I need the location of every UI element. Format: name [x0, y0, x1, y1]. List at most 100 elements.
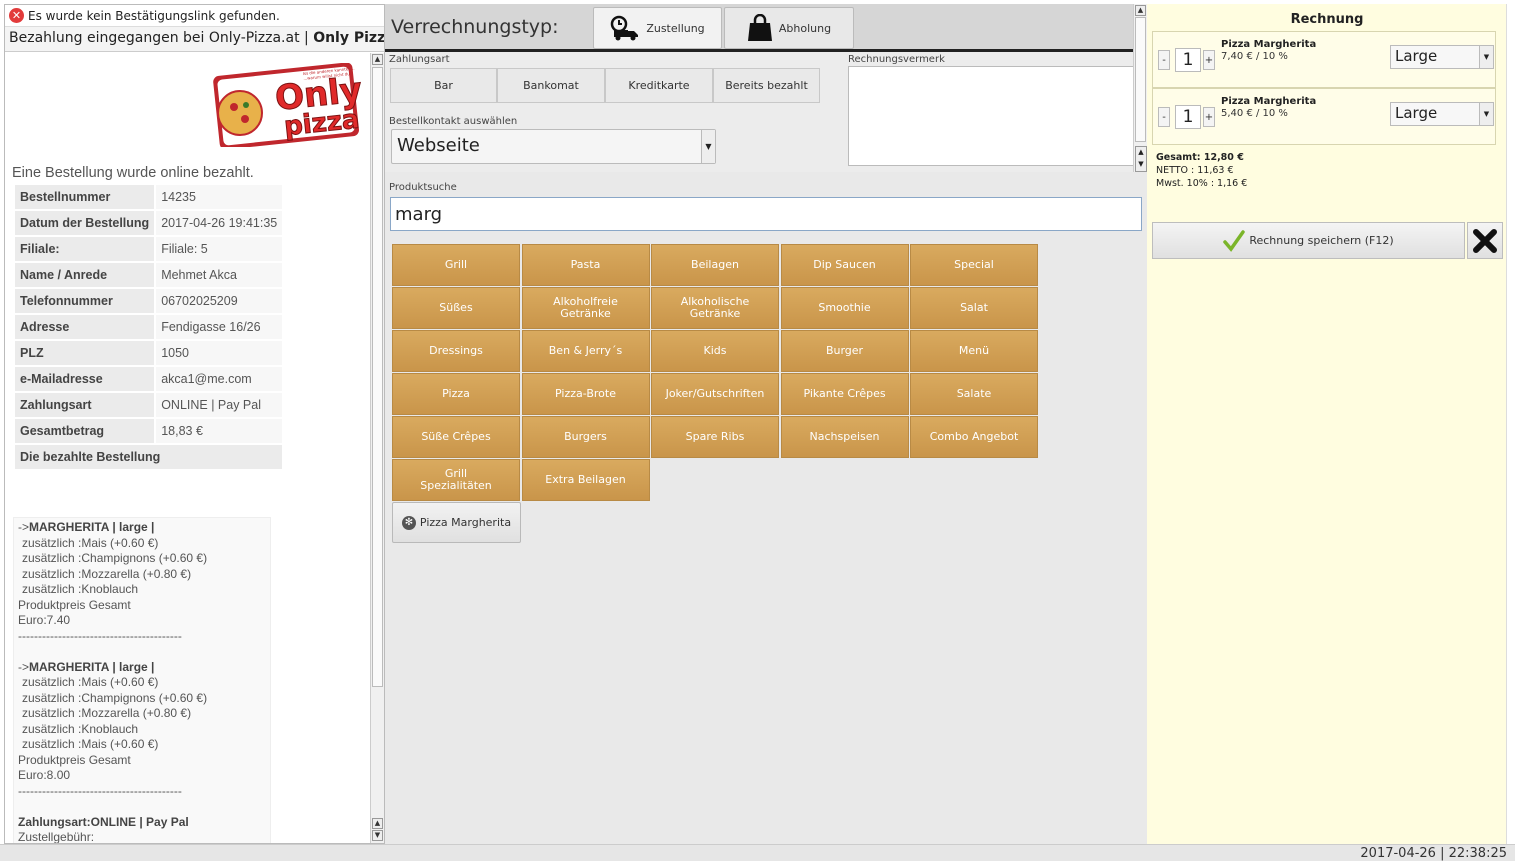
category-button[interactable]: Pasta [521, 244, 650, 286]
chevron-down-icon: ▼ [1479, 103, 1493, 125]
item-name: Pizza Margherita [1221, 96, 1317, 107]
order-detail-text: ----------------------------------------… [18, 783, 182, 798]
order-info-label: Gesamtbetrag [12, 417, 157, 445]
category-button[interactable]: Salate [910, 373, 1038, 415]
category-button[interactable]: Special [910, 244, 1038, 286]
decrease-qty-button[interactable]: - [1158, 50, 1170, 70]
chevron-down-icon: ▼ [701, 130, 715, 163]
product-label: Pizza Margherita [419, 516, 512, 529]
scroll-up-icon[interactable]: ▲ [1135, 5, 1146, 16]
category-button[interactable]: Süßes [392, 287, 520, 329]
category-button[interactable]: Pikante Crêpes [780, 373, 909, 415]
email-body[interactable]: Only pizza Iss die anderen kannten... ..… [5, 53, 371, 843]
close-icon [1473, 228, 1497, 253]
order-detail-text: zusätzlich :Mozzarella (+0.80 €) [22, 566, 192, 581]
scroll-up-icon-bottom[interactable]: ▲ [372, 818, 383, 829]
category-button[interactable]: Kids [651, 330, 779, 372]
order-detail-bold: MARGHERITA | large | [29, 520, 155, 534]
category-button[interactable]: Extra Beilagen [521, 459, 650, 501]
category-button[interactable]: Dressings [392, 330, 520, 372]
order-info-label: e-Mailadresse [12, 365, 157, 393]
payment-bankomat-button[interactable]: Bankomat [497, 68, 605, 103]
category-button[interactable]: Pizza-Brote [521, 373, 650, 415]
category-button[interactable]: Alkoholfreie Getränke [521, 287, 650, 329]
order-detail-line: zusätzlich :Knoblauch [18, 722, 266, 738]
scroll-thumb[interactable] [1135, 17, 1146, 142]
category-button[interactable]: Burger [780, 330, 909, 372]
save-invoice-label: Rechnung speichern (F12) [1249, 234, 1394, 247]
size-select[interactable]: Large ▼ [1390, 45, 1494, 69]
scroll-up-icon[interactable]: ▲ [372, 54, 383, 65]
order-info-value: 18,83 € [154, 417, 285, 445]
category-button[interactable]: Spare Ribs [651, 416, 779, 458]
order-info-row: Adresse Fendigasse 16/26 [12, 313, 285, 341]
order-info-row: e-Mailadresse akca1@me.com [12, 365, 285, 393]
order-info-label: PLZ [12, 339, 157, 367]
delivery-button[interactable]: Zustellung [593, 7, 722, 49]
error-icon: ✕ [9, 8, 24, 23]
order-details: -> MARGHERITA | large | zusätzlich :Mais (… [13, 517, 271, 843]
order-info-label: Adresse [12, 313, 157, 341]
shopping-bag-icon [747, 14, 772, 41]
paid-title-brand: Only Pizza [313, 30, 384, 46]
scroll-down-icon[interactable]: ▼ [372, 830, 383, 841]
order-info-value: 2017-04-26 19:41:35 [154, 209, 285, 237]
scroll-thumb[interactable] [372, 67, 383, 687]
order-info-label: Filiale: [12, 235, 157, 263]
invoice-remark-textarea[interactable] [848, 66, 1134, 166]
invoice-netto: NETTO : 11,63 € [1156, 165, 1234, 176]
checkmark-icon [1223, 229, 1246, 252]
invoice-title: Rechnung [1290, 12, 1364, 27]
invoice-scrollbar[interactable]: ▲ ▼ [1135, 146, 1147, 172]
category-button[interactable]: Ben & Jerry´s [521, 330, 650, 372]
category-button[interactable]: Alkoholische Getränke [651, 287, 779, 329]
order-entry-panel: Verrechnungstyp: Zustellung Abholung Zah… [385, 4, 1147, 844]
category-button[interactable]: Beilagen [651, 244, 779, 286]
increase-qty-button[interactable]: + [1203, 50, 1215, 70]
invoice-remark-label: Rechnungsvermerk [848, 54, 945, 65]
category-button[interactable]: Süße Crêpes [392, 416, 520, 458]
category-button[interactable]: Dip Saucen [780, 244, 909, 286]
category-button[interactable]: Burgers [521, 416, 650, 458]
product-button[interactable]: ✻ Pizza Margherita [392, 502, 521, 543]
qty-input[interactable]: 1 [1175, 48, 1201, 72]
invoice-line: - 1 + Pizza Margherita 5,40 € / 10 % Lar… [1152, 88, 1496, 145]
cancel-invoice-button[interactable] [1467, 222, 1503, 259]
category-button[interactable]: Pizza [392, 373, 520, 415]
order-detail-line [18, 799, 266, 815]
order-detail-text: -> [18, 659, 30, 674]
scroll-down-icon[interactable]: ▼ [1136, 159, 1146, 171]
category-button[interactable]: Grill [392, 244, 520, 286]
category-button[interactable]: Joker/Gutschriften [651, 373, 779, 415]
order-info-value: Mehmet Akca [154, 261, 285, 289]
category-button[interactable]: Combo Angebot [910, 416, 1038, 458]
scroll-up-icon[interactable]: ▲ [1136, 147, 1146, 159]
order-detail-line: zusätzlich :Mais (+0.60 €) [18, 675, 266, 691]
order-detail-text: ----------------------------------------… [18, 628, 182, 643]
qty-input[interactable]: 1 [1175, 105, 1201, 129]
order-info-label: Datum der Bestellung [12, 209, 157, 237]
order-contact-select[interactable]: Webseite ▼ [391, 129, 716, 164]
increase-qty-button[interactable]: + [1203, 107, 1215, 127]
category-button[interactable]: Salat [910, 287, 1038, 329]
category-button[interactable]: Menü [910, 330, 1038, 372]
size-select[interactable]: Large ▼ [1390, 102, 1494, 126]
pickup-button[interactable]: Abholung [724, 7, 854, 49]
payment-cash-button[interactable]: Bar [390, 68, 497, 103]
left-scrollbar[interactable]: ▲ ▲ ▼ [370, 53, 384, 843]
payment-creditcard-button[interactable]: Kreditkarte [605, 68, 713, 103]
order-info-row: Datum der Bestellung 2017-04-26 19:41:35 [12, 209, 285, 237]
decrease-qty-button[interactable]: - [1158, 107, 1170, 127]
order-detail-text: Euro:8.00 [18, 768, 71, 782]
delivery-icon [611, 15, 639, 41]
category-button[interactable]: Nachspeisen [780, 416, 909, 458]
category-button[interactable]: Smoothie [780, 287, 909, 329]
save-invoice-button[interactable]: Rechnung speichern (F12) [1152, 222, 1465, 259]
product-search-input[interactable] [390, 197, 1142, 231]
order-detail-line: ----------------------------------------… [18, 629, 266, 645]
order-detail-line: zusätzlich :Mais (+0.60 €) [18, 737, 266, 753]
order-detail-bold: Zahlungsart:ONLINE | Pay Pal [18, 814, 189, 829]
snowflake-icon: ✻ [401, 515, 416, 530]
payment-already-paid-button[interactable]: Bereits bezahlt [713, 68, 820, 103]
category-button[interactable]: Grill Spezialitäten [392, 459, 520, 501]
